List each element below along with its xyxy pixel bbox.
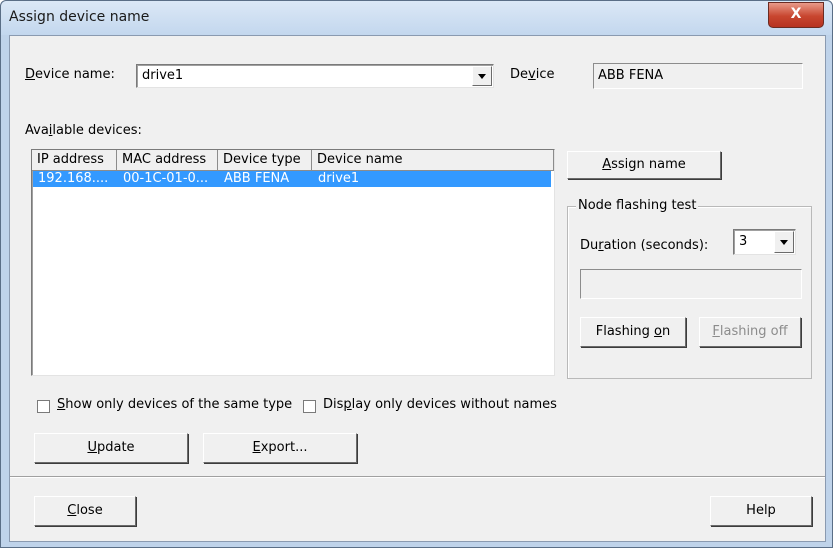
help-button[interactable]: Help	[710, 496, 812, 526]
column-header-ip[interactable]: IP address	[32, 150, 117, 171]
cell-mac: 00-1C-01-0...	[123, 171, 209, 186]
assign-name-button[interactable]: Assign name	[567, 151, 721, 179]
chevron-down-icon	[780, 240, 788, 245]
device-label: Device	[510, 67, 555, 82]
node-flashing-group-label: Node flashing test	[576, 198, 699, 213]
update-button[interactable]: Update	[34, 433, 188, 463]
separator-line	[10, 476, 825, 478]
duration-label: Duration (seconds):	[580, 238, 709, 253]
device-name-dropdown-button[interactable]	[472, 66, 492, 86]
cell-ip: 192.168....	[38, 171, 109, 186]
export-button[interactable]: Export...	[203, 433, 357, 463]
column-header-mac[interactable]: MAC address	[117, 150, 218, 171]
cell-name: drive1	[318, 171, 360, 186]
close-window-button[interactable]: X	[768, 2, 824, 28]
device-name-value: drive1	[142, 68, 184, 83]
window-title: Assign device name	[9, 9, 150, 25]
title-bar[interactable]: Assign device name X	[1, 1, 832, 35]
devices-listview[interactable]: IP address MAC address Device type Devic…	[31, 149, 555, 376]
duration-combobox[interactable]: 3	[733, 229, 796, 255]
same-type-checkbox[interactable]	[37, 400, 50, 413]
device-name-label: Device name:	[25, 67, 115, 82]
column-header-type[interactable]: Device type	[218, 150, 312, 171]
dialog-client-area: Device name: drive1 Device ABB FENA Avai…	[9, 35, 826, 542]
column-header-name[interactable]: Device name	[312, 150, 554, 171]
chevron-down-icon	[478, 74, 486, 79]
close-icon: X	[790, 6, 802, 22]
close-button[interactable]: Close	[34, 496, 136, 526]
flashing-progress-bar	[580, 269, 802, 299]
flashing-on-button[interactable]: Flashing on	[580, 317, 686, 347]
table-row[interactable]: 192.168.... 00-1C-01-0... ABB FENA drive…	[33, 171, 551, 187]
duration-value: 3	[739, 234, 748, 249]
same-type-checkbox-label[interactable]: Show only devices of the same type	[57, 397, 292, 412]
flashing-off-button[interactable]: Flashing off	[699, 317, 801, 347]
duration-dropdown-button[interactable]	[774, 231, 794, 253]
available-devices-label: Available devices:	[25, 123, 142, 138]
device-name-combobox[interactable]: drive1	[136, 64, 494, 88]
cell-type: ABB FENA	[224, 171, 290, 186]
dialog-window: Assign device name X Device name: drive1…	[0, 0, 833, 548]
device-field: ABB FENA	[593, 63, 803, 89]
no-names-checkbox-label[interactable]: Display only devices without names	[323, 397, 557, 412]
device-value: ABB FENA	[598, 68, 664, 83]
no-names-checkbox[interactable]	[303, 400, 316, 413]
